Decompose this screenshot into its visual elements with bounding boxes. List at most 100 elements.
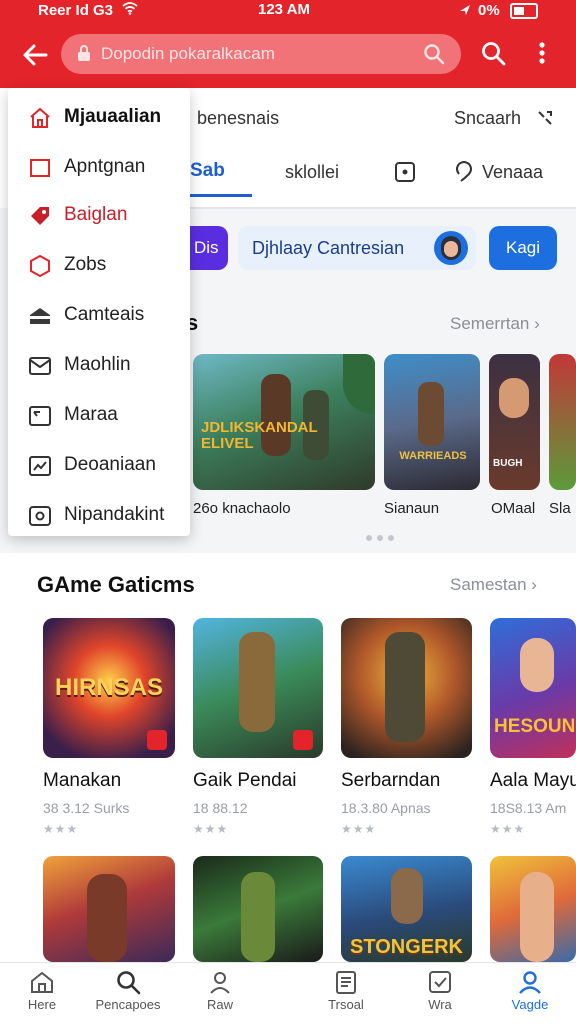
address-text: Dopodin pokaralkacam xyxy=(101,44,275,63)
game-thumb-8[interactable] xyxy=(490,856,576,962)
header-search-icon[interactable] xyxy=(480,40,506,66)
menu-item-9[interactable]: Nipandakint xyxy=(8,492,190,538)
featured-thumb-2[interactable]: WARRIEADS xyxy=(384,354,480,490)
status-time: 123 AM xyxy=(258,1,310,18)
game-art-text-7: STONGERK xyxy=(350,936,463,958)
nav-item-wra[interactable]: Wra xyxy=(400,969,480,1012)
game-rating-3: ★★★ xyxy=(341,822,377,836)
game-name-1[interactable]: Manakan xyxy=(43,770,121,792)
menu-item-3[interactable]: Baiglan xyxy=(8,192,190,238)
section2-title: GAme Gaticms xyxy=(37,572,195,597)
chart-icon xyxy=(29,456,51,476)
card-icon xyxy=(29,406,51,426)
game-art-text-4: HESOUNI xyxy=(494,716,576,737)
lock-icon xyxy=(78,45,90,61)
game-name-2[interactable]: Gaik Pendai xyxy=(193,770,297,792)
chip-center-label: Djhlaay Cantresian xyxy=(252,238,405,258)
more-vert-icon[interactable] xyxy=(532,40,552,66)
game-thumb-3[interactable] xyxy=(341,618,472,758)
avatar xyxy=(434,231,468,265)
featured-caption-2: Sianaun xyxy=(384,500,440,517)
game-thumb-5[interactable] xyxy=(43,856,175,962)
status-bar: Reer Id G3 123 AM 0% xyxy=(0,0,576,22)
tag-icon xyxy=(31,207,49,225)
featured-caption-1: 26o knachaolo xyxy=(193,500,291,517)
featured-art-text-3: BUGH xyxy=(493,458,523,469)
address-bar[interactable]: Dopodin pokaralkacam xyxy=(61,34,461,74)
menu-item-4[interactable]: Zobs xyxy=(8,242,190,288)
game-thumb-1[interactable]: HIRNSAS xyxy=(43,618,175,758)
game-rating-4: ★★★ xyxy=(490,822,526,836)
featured-thumb-3[interactable]: BUGH xyxy=(489,354,540,490)
battery-percent: 0% xyxy=(478,2,500,19)
tab-venaaa-icon xyxy=(456,161,472,182)
chip-blue[interactable]: Kagi xyxy=(489,226,557,270)
game-rating-2: ★★★ xyxy=(193,822,229,836)
check-icon xyxy=(429,971,451,993)
game-art-text-1: HIRNSAS xyxy=(54,674,163,701)
game-name-4[interactable]: Aala Mayu xyxy=(490,770,576,792)
game-rating-1: ★★★ xyxy=(43,822,79,836)
game-meta-4: 18S8.13 Am xyxy=(490,800,567,816)
featured-caption-3: OMaal xyxy=(491,500,536,517)
dropdown-menu: Mjauaalian Apntgnan Baiglan Zobs Camteai… xyxy=(8,88,190,536)
search-icon xyxy=(117,971,141,995)
profile-icon xyxy=(519,971,541,994)
square-icon xyxy=(30,159,50,177)
featured-thumb-1[interactable]: JDLIKSKANDAL ELIVEL xyxy=(193,354,375,490)
featured-thumb-4[interactable] xyxy=(549,354,576,490)
bottom-nav: Here Pencapoes Raw Trsoal Wra Vagde xyxy=(0,962,576,1025)
hexagon-icon xyxy=(30,254,50,278)
tab-active-indicator xyxy=(190,194,252,197)
chip-blue-label: Kagi xyxy=(506,238,541,257)
battery-icon xyxy=(510,3,538,19)
nav-item-trsoal[interactable]: Trsoal xyxy=(306,969,386,1012)
tabs-divider xyxy=(190,207,576,209)
tab-sab[interactable]: Sab xyxy=(190,160,225,182)
menu-item-7[interactable]: Maraa xyxy=(8,392,190,438)
nav-item-vagde[interactable]: Vagde xyxy=(490,969,570,1012)
featured-art-text-2: WARRIEADS xyxy=(399,450,467,462)
search-icon[interactable] xyxy=(423,43,445,65)
game-thumb-7[interactable]: STONGERK xyxy=(341,856,472,962)
game-meta-1: 38 3.12 Surks xyxy=(43,800,130,816)
tab-sklollei[interactable]: sklollei xyxy=(285,162,339,183)
section2-see-all[interactable]: Samestan › xyxy=(450,575,537,595)
game-thumb-2[interactable] xyxy=(193,618,323,758)
section1-see-all[interactable]: Semerrtan › xyxy=(450,314,540,334)
game-name-3[interactable]: Serbarndan xyxy=(341,770,440,792)
menu-item-8[interactable]: Deoaniaan xyxy=(8,442,190,488)
home-icon xyxy=(30,107,50,128)
game-thumb-4[interactable]: HESOUNI xyxy=(490,618,576,758)
chip-center[interactable]: Djhlaay Cantresian xyxy=(238,226,476,270)
nav-item-raw[interactable]: Raw xyxy=(180,969,260,1012)
game-meta-2: 18 88.12 xyxy=(193,800,248,816)
tab-bookmark-icon[interactable] xyxy=(394,161,416,183)
carousel-dots xyxy=(366,535,400,543)
game-thumb-6[interactable] xyxy=(193,856,323,962)
box-icon xyxy=(29,506,51,526)
wifi-icon xyxy=(122,2,138,15)
menu-item-2[interactable]: Apntgnan xyxy=(8,144,190,190)
menu-item-1[interactable]: Mjauaalian xyxy=(8,94,190,140)
list-icon xyxy=(336,971,356,994)
location-icon xyxy=(460,5,470,15)
top-nav-label[interactable]: benesnais xyxy=(197,108,279,129)
person-icon xyxy=(210,972,230,994)
tab-venaaa[interactable]: Venaaa xyxy=(482,162,543,183)
game-meta-3: 18.3.80 Apnas xyxy=(341,800,431,816)
home-icon xyxy=(31,971,53,993)
chip-purple-label: Dis xyxy=(194,238,219,257)
nav-item-here[interactable]: Here xyxy=(2,969,82,1012)
mail-icon xyxy=(29,357,51,375)
menu-item-6[interactable]: Maohlin xyxy=(8,342,190,388)
nav-item-pencapoes[interactable]: Pencapoes xyxy=(88,969,168,1012)
menu-item-5[interactable]: Camteais xyxy=(8,292,190,338)
status-carrier: Reer Id G3 xyxy=(38,2,114,19)
top-search-label[interactable]: Sncaarh xyxy=(454,108,521,129)
house-dark-icon xyxy=(30,308,50,324)
featured-art-text-1: JDLIKSKANDAL ELIVEL xyxy=(201,419,318,452)
scan-icon[interactable] xyxy=(537,110,553,126)
back-arrow-icon[interactable] xyxy=(20,40,50,70)
featured-caption-4: Sla xyxy=(549,500,571,517)
